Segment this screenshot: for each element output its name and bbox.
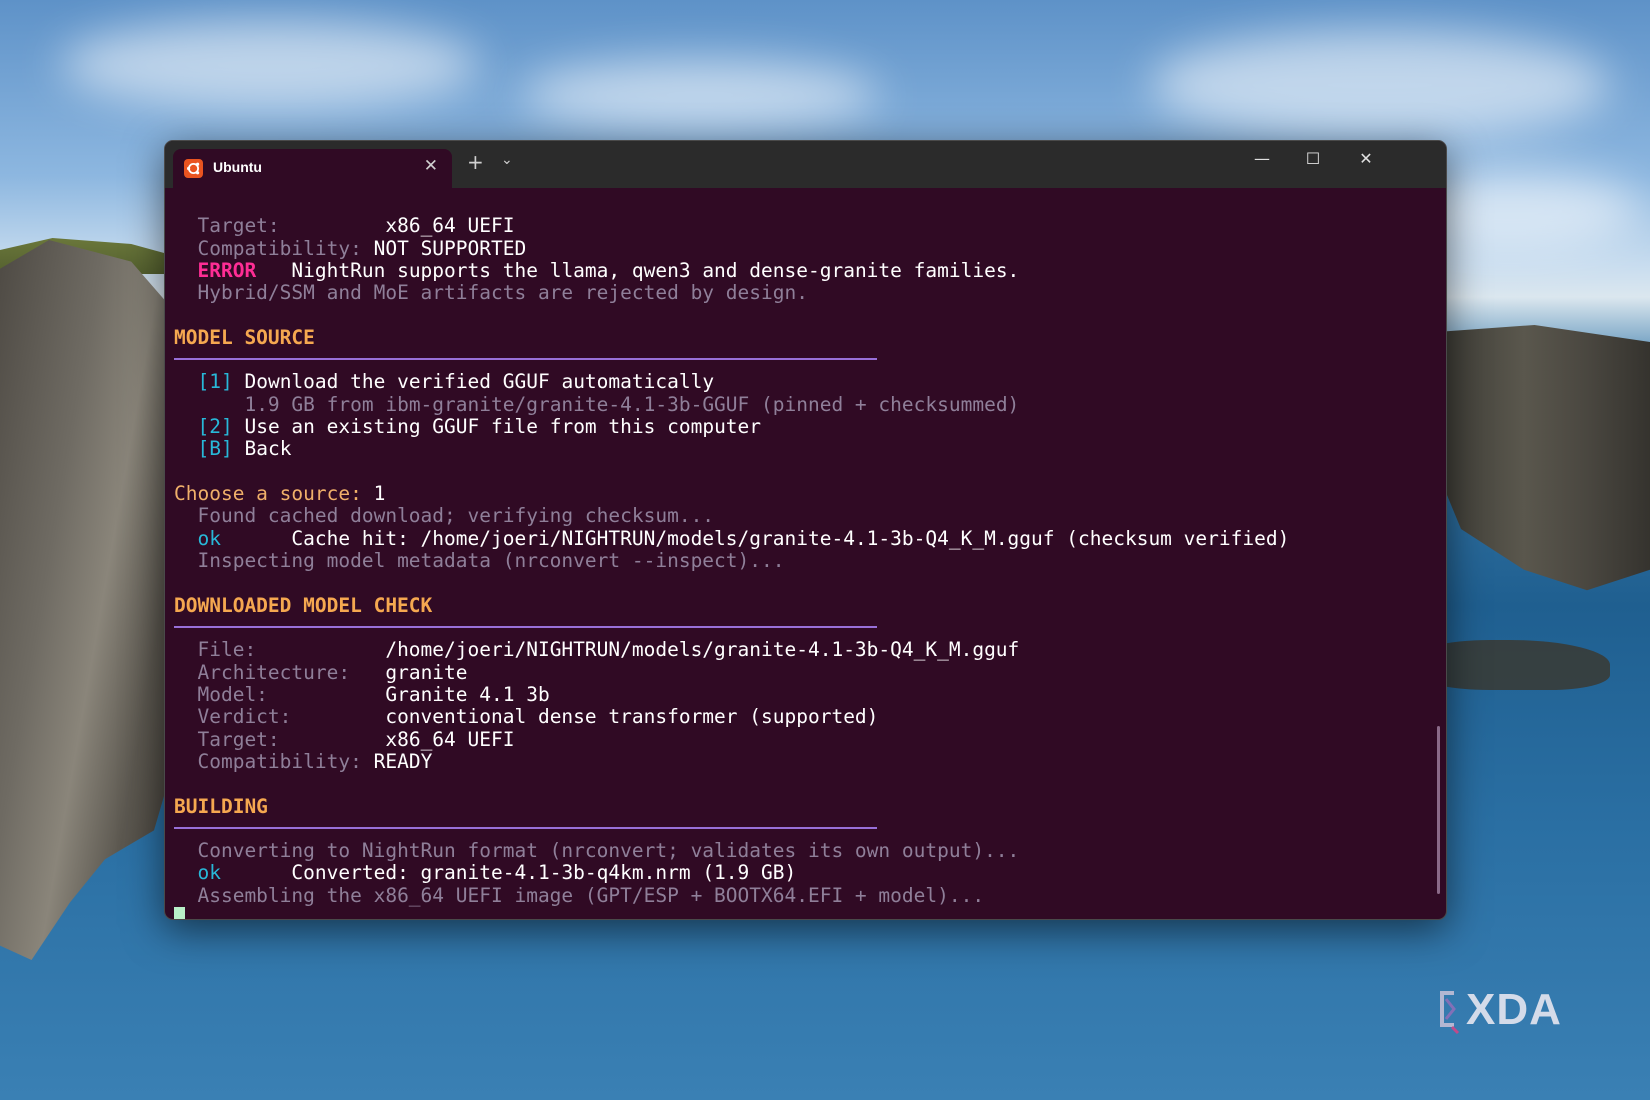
- cloud: [520, 60, 880, 130]
- terminal-line: File: /home/joeri/NIGHTRUN/models/granit…: [197, 638, 1020, 662]
- close-window-button[interactable]: ✕: [1351, 149, 1381, 168]
- section-heading: DOWNLOADED MODEL CHECK: [174, 593, 433, 617]
- terminal-line: Architecture: granite: [197, 660, 468, 684]
- terminal-line: ERROR NightRun supports the llama, qwen3…: [197, 259, 1020, 283]
- terminal-line: Compatibility: NOT SUPPORTED: [197, 236, 527, 260]
- error-tag: ERROR: [197, 259, 257, 283]
- terminal-line: Hybrid/SSM and MoE artifacts are rejecte…: [197, 281, 808, 305]
- scrollbar[interactable]: [1437, 726, 1440, 894]
- section-divider: [174, 358, 877, 361]
- tab-ubuntu[interactable]: Ubuntu ✕: [173, 149, 452, 188]
- terminal-line: [2] Use an existing GGUF file from this …: [197, 415, 762, 439]
- terminal-line: Target: x86_64 UEFI: [197, 727, 515, 751]
- xda-wordmark: XDA: [1466, 985, 1562, 1034]
- section-heading: MODEL SOURCE: [174, 326, 315, 350]
- title-bar[interactable]: Ubuntu ✕ + ⌄ — ☐ ✕: [165, 141, 1446, 188]
- cliff-right: [1440, 325, 1650, 591]
- section-divider: [174, 826, 877, 829]
- terminal-line: Verdict: conventional dense transformer …: [197, 705, 879, 729]
- terminal-line: Inspecting model metadata (nrconvert --i…: [197, 549, 785, 573]
- tab-close-icon[interactable]: ✕: [424, 156, 438, 176]
- section-heading: BUILDING: [174, 794, 268, 818]
- terminal-line: ok Cache hit: /home/joeri/NIGHTRUN/model…: [197, 526, 1290, 550]
- minimize-button[interactable]: —: [1247, 149, 1277, 168]
- terminal-line: Found cached download; verifying checksu…: [197, 504, 715, 528]
- cloud: [1150, 30, 1610, 140]
- terminal-output[interactable]: Target: x86_64 UEFI Compatibility: NOT S…: [165, 188, 1446, 919]
- section-divider: [174, 626, 877, 629]
- terminal-line: ok Converted: granite-4.1-3b-q4km.nrm (1…: [197, 861, 797, 885]
- terminal-line: Choose a source: 1: [174, 482, 386, 506]
- terminal-line: Converting to NightRun format (nrconvert…: [197, 838, 1020, 862]
- ok-tag: ok: [197, 526, 221, 550]
- terminal-line: [B] Back: [197, 437, 292, 461]
- xda-logo: XDA: [1436, 983, 1596, 1035]
- terminal-line: Model: Granite 4.1 3b: [197, 682, 550, 706]
- cliff-left: [0, 240, 175, 960]
- tab-title: Ubuntu: [213, 159, 262, 175]
- terminal-line: 1.9 GB from ibm-granite/granite-4.1-3b-G…: [244, 392, 1020, 416]
- terminal-line: [174, 906, 1446, 919]
- cloud: [60, 20, 480, 110]
- terminal-line: Target: x86_64 UEFI: [197, 214, 515, 238]
- ubuntu-icon: [184, 159, 203, 178]
- maximize-button[interactable]: ☐: [1298, 149, 1328, 168]
- tab-dropdown-button[interactable]: ⌄: [501, 152, 513, 168]
- ok-tag: ok: [197, 861, 221, 885]
- terminal-line: Compatibility: READY: [197, 749, 433, 773]
- terminal-line: Assembling the x86_64 UEFI image (GPT/ES…: [197, 883, 985, 907]
- new-tab-button[interactable]: +: [467, 150, 484, 174]
- terminal-window[interactable]: Ubuntu ✕ + ⌄ — ☐ ✕ Target: x86_64 UEFI C…: [164, 140, 1447, 920]
- terminal-cursor: [174, 906, 185, 919]
- terminal-line: [1] Download the verified GGUF automatic…: [197, 370, 715, 394]
